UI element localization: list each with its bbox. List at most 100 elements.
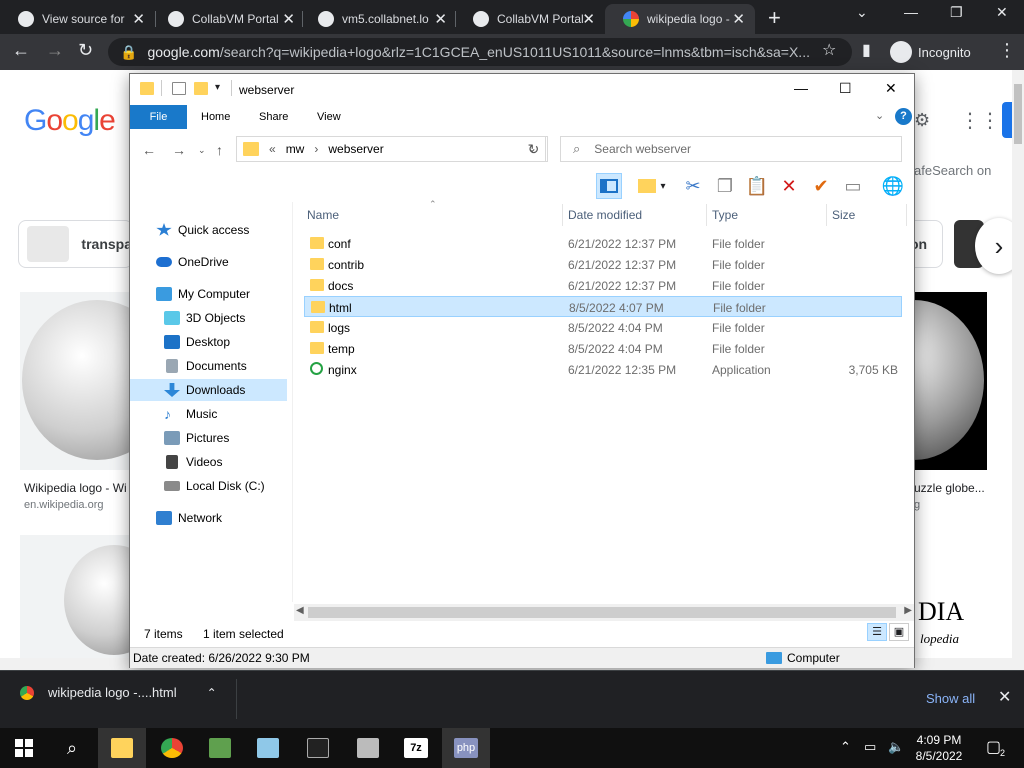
tab-view-source[interactable]: View source for ✕: [0, 4, 155, 34]
taskbar-app-notebook[interactable]: [244, 728, 292, 768]
download-item[interactable]: wikipedia logo -....html ⌃: [20, 685, 217, 700]
forward-icon[interactable]: →: [46, 40, 64, 61]
restore-icon[interactable]: ❐: [950, 4, 963, 21]
copy-icon[interactable]: ❐: [712, 173, 738, 199]
file-list-horizontal-scrollbar[interactable]: ◀ ▶: [294, 604, 914, 621]
paste-icon[interactable]: 📋: [744, 173, 770, 199]
cut-icon[interactable]: ✂: [680, 173, 706, 199]
related-chip-transparent[interactable]: transpa: [18, 220, 133, 268]
close-icon[interactable]: ✕: [582, 10, 595, 28]
nav-item-network[interactable]: Network: [156, 507, 222, 529]
up-icon[interactable]: ↑: [216, 142, 223, 158]
breadcrumb-mw[interactable]: mw: [286, 142, 305, 156]
address-bar[interactable]: « mw › webserver ⌄: [236, 136, 546, 162]
column-header-size[interactable]: Size: [832, 204, 855, 226]
nav-item-pictures[interactable]: Pictures: [164, 427, 229, 449]
nav-item-3d-objects[interactable]: 3D Objects: [164, 307, 245, 329]
file-row-html[interactable]: html 8/5/2022 4:07 PM File folder: [304, 296, 902, 317]
large-icons-view-icon[interactable]: ▣: [889, 623, 909, 641]
nav-item-my-computer[interactable]: My Computer: [156, 283, 250, 305]
search-input[interactable]: ⌕ Search webserver: [560, 136, 902, 162]
close-icon[interactable]: ✕: [434, 10, 447, 28]
back-icon[interactable]: ←: [142, 142, 156, 158]
file-row-docs[interactable]: docs 6/21/2022 12:37 PM File folder: [304, 275, 902, 296]
incognito-indicator[interactable]: Incognito: [890, 40, 971, 64]
system-clock[interactable]: 4:09 PM 8/5/2022: [914, 732, 964, 764]
google-logo[interactable]: Google: [24, 104, 116, 138]
scroll-right-icon[interactable]: ▶: [904, 605, 912, 616]
forward-icon[interactable]: →: [172, 142, 186, 158]
tray-chevron-icon[interactable]: ⌃: [840, 739, 851, 755]
rename-icon[interactable]: ▭: [840, 173, 866, 199]
tab-search-chevron-icon[interactable]: ⌄: [856, 4, 868, 21]
scroll-left-icon[interactable]: ◀: [296, 605, 304, 616]
image-result-left-2[interactable]: [20, 535, 164, 665]
show-all-button[interactable]: Show all: [926, 691, 975, 706]
scrollbar-thumb[interactable]: [308, 607, 896, 618]
taskbar-php[interactable]: php: [442, 728, 490, 768]
image-result-left[interactable]: [20, 292, 172, 470]
chevron-up-icon[interactable]: ⌃: [207, 686, 217, 700]
page-vertical-scrollbar[interactable]: [1012, 70, 1024, 670]
expand-ribbon-chevron-icon[interactable]: ⌄: [875, 109, 884, 122]
tab-file[interactable]: File: [130, 105, 187, 129]
taskbar-7zip[interactable]: 7z: [392, 728, 440, 768]
volume-icon[interactable]: 🔈: [888, 739, 904, 755]
qat-dropdown-icon[interactable]: ▾: [215, 82, 220, 93]
tab-wikipedia-logo[interactable]: wikipedia logo - ✕: [605, 4, 755, 34]
apps-grid-icon[interactable]: ⋮⋮: [960, 108, 1000, 133]
column-header-type[interactable]: Type: [712, 204, 738, 226]
nav-item-videos[interactable]: Videos: [164, 451, 222, 473]
chrome-menu-icon[interactable]: ⋮: [998, 40, 1016, 61]
close-icon[interactable]: ✕: [132, 10, 145, 28]
help-icon[interactable]: ?: [895, 108, 912, 125]
image-caption-left[interactable]: Wikipedia logo - Wi: [24, 481, 127, 495]
scrollbar-thumb[interactable]: [1014, 84, 1022, 144]
breadcrumb-separator-icon[interactable]: ›: [314, 142, 318, 156]
file-row-temp[interactable]: temp 8/5/2022 4:04 PM File folder: [304, 338, 902, 359]
taskbar-file-explorer[interactable]: [98, 728, 146, 768]
bookmark-star-icon[interactable]: ☆: [822, 40, 836, 60]
delete-icon[interactable]: ✕: [776, 173, 802, 199]
back-icon[interactable]: ←: [12, 40, 30, 61]
column-separator[interactable]: [706, 204, 707, 226]
network-globe-icon[interactable]: 🌐: [880, 173, 906, 199]
side-panel-icon[interactable]: ▮: [862, 40, 871, 60]
nav-item-quick-access[interactable]: Quick access: [156, 219, 249, 241]
file-row-logs[interactable]: logs 8/5/2022 4:04 PM File folder: [304, 317, 902, 338]
file-row-nginx[interactable]: nginx 6/21/2022 12:35 PM Application 3,7…: [304, 359, 902, 380]
details-view-icon[interactable]: ☰: [867, 623, 887, 641]
start-button[interactable]: [0, 728, 48, 768]
column-separator[interactable]: [906, 204, 907, 226]
close-icon[interactable]: ✕: [282, 10, 295, 28]
address-bar[interactable]: 🔒 google.com /search?q=wikipedia+logo&rl…: [108, 38, 852, 66]
breadcrumb-webserver[interactable]: webserver: [328, 142, 383, 156]
safesearch-toggle[interactable]: afeSearch on: [914, 163, 991, 178]
notification-center-icon[interactable]: ▢: [986, 737, 1001, 757]
taskbar-chrome[interactable]: [148, 728, 196, 768]
settings-gear-icon[interactable]: ⚙: [914, 110, 930, 131]
reload-icon[interactable]: ↻: [78, 40, 93, 61]
nav-item-onedrive[interactable]: OneDrive: [156, 251, 229, 273]
column-separator[interactable]: [826, 204, 827, 226]
file-row-contrib[interactable]: contrib 6/21/2022 12:37 PM File folder: [304, 254, 902, 275]
image-result-right-2[interactable]: DIA lopedia: [914, 535, 987, 665]
recent-locations-icon[interactable]: ⌄: [198, 145, 206, 156]
preview-pane-icon[interactable]: [596, 173, 622, 199]
tab-share[interactable]: Share: [245, 105, 302, 129]
maximize-icon[interactable]: ☐: [839, 80, 852, 97]
network-status-icon[interactable]: ▭: [864, 739, 876, 755]
taskbar-app-sysinfo[interactable]: [344, 728, 392, 768]
tab-collabvm-portal-2[interactable]: CollabVM Portal ✕: [455, 4, 605, 34]
new-tab-icon[interactable]: +: [768, 5, 781, 31]
column-header-name[interactable]: Name: [307, 204, 339, 226]
column-separator[interactable]: [562, 204, 563, 226]
new-folder-icon[interactable]: [194, 82, 208, 95]
nav-item-music[interactable]: ♪ Music: [164, 403, 217, 425]
tab-vm5-collabnet[interactable]: vm5.collabnet.lo ✕: [300, 4, 457, 34]
refresh-button[interactable]: ↻: [520, 136, 548, 162]
nav-item-local-disk[interactable]: Local Disk (C:): [164, 475, 265, 497]
nav-item-downloads[interactable]: Downloads: [130, 379, 287, 401]
search-icon[interactable]: ⌕: [48, 728, 96, 768]
tab-view[interactable]: View: [303, 105, 355, 129]
